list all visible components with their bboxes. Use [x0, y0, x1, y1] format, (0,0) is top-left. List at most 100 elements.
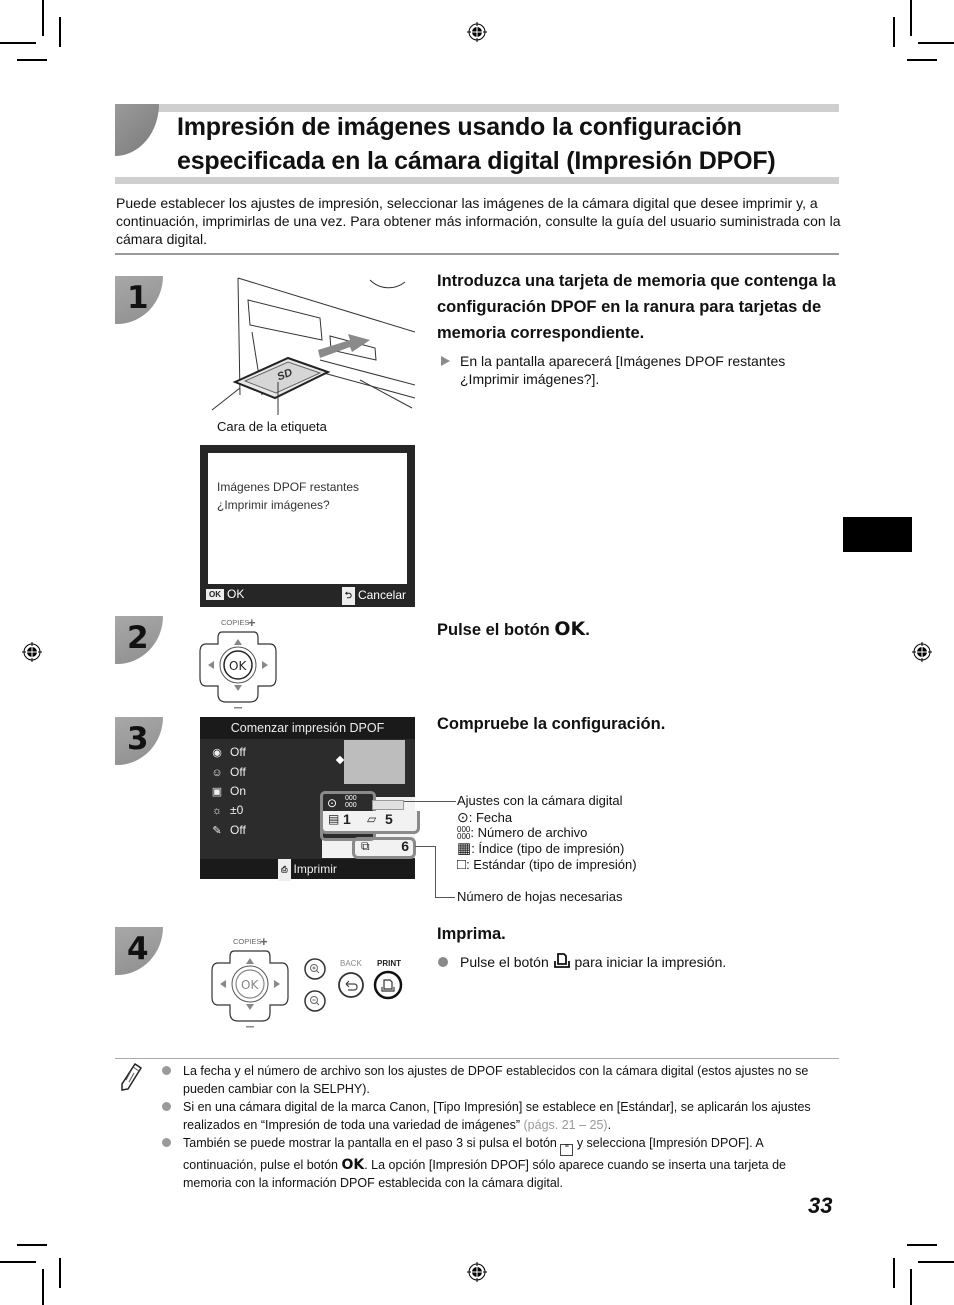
legend-standard: □: Estándar (tipo de impresión)	[457, 856, 637, 873]
image-optimize-icon: ▣	[211, 786, 223, 798]
crop-mark	[893, 17, 895, 47]
bullet-icon	[162, 1102, 171, 1111]
step-1-heading: Introduzca una tarjeta de memoria que co…	[437, 272, 836, 342]
print-icon	[553, 953, 570, 968]
crop-mark	[59, 17, 61, 47]
crop-mark	[17, 59, 47, 61]
print-info-panel: ⊙ 000 000 ▤ 1 ▱ 5 ⧉ 6	[320, 791, 420, 859]
printer-card-slot-illustration: SD	[211, 277, 415, 415]
ok-button-glyph: OK	[341, 1157, 365, 1173]
crop-mark	[42, 0, 44, 36]
crop-mark	[0, 1261, 36, 1263]
bullet-icon	[162, 1138, 171, 1147]
red-eye-icon: ◉	[212, 747, 222, 759]
standard-count: 5	[385, 811, 393, 827]
crop-mark	[910, 1269, 912, 1305]
back-button[interactable]	[336, 970, 366, 1002]
cancel-label: Cancelar	[357, 588, 406, 602]
setting-red-eye: ◉ Off	[208, 743, 246, 761]
note-1: La fecha y el número de archivo son los …	[183, 1064, 809, 1096]
print-label: Imprimir	[293, 862, 337, 876]
notes-divider	[115, 1058, 839, 1059]
pencil-note-icon	[121, 1062, 143, 1091]
standard-print-icon: □	[457, 856, 467, 873]
step-2-heading: Pulse el botón OK.	[437, 618, 590, 640]
sheets-highlight: ⧉ 6	[352, 837, 416, 859]
image-thumbnail	[344, 740, 405, 784]
crop-mark	[918, 1261, 954, 1263]
crop-mark	[907, 59, 937, 61]
lcd-footer: ⎙ Imprimir	[200, 859, 415, 881]
note-3: También se puede mostrar la pantalla en …	[183, 1136, 786, 1190]
chapter-tab	[843, 517, 912, 552]
ok-text: OK	[241, 978, 259, 992]
face-correction-icon: ☺	[211, 767, 223, 779]
section-divider	[115, 253, 839, 255]
lcd-message-area: Imágenes DPOF restantes ¿Imprimir imágen…	[208, 453, 407, 584]
zoom-in-button[interactable]	[304, 958, 326, 980]
lcd-header: Comenzar impresión DPOF	[200, 717, 415, 739]
registration-mark-icon	[467, 22, 487, 42]
standard-print-icon: ▱	[367, 812, 377, 826]
menu-button-icon: ≡	[560, 1143, 574, 1156]
crop-mark	[918, 42, 954, 44]
crop-mark	[910, 0, 912, 36]
lcd-message: Imágenes DPOF restantes ¿Imprimir imágen…	[217, 478, 359, 514]
smoothing-icon: ✎	[212, 825, 222, 837]
copies-minus-icon	[246, 1026, 254, 1028]
ok-key-icon: OK	[206, 589, 224, 600]
lcd-ok-option[interactable]: OK OK	[206, 587, 244, 601]
setting-image-optimize: ▣ On	[208, 782, 246, 800]
dpad-ok-button[interactable]: COPIES + OK	[196, 614, 281, 712]
page-reference-link[interactable]: (págs. 21 – 25)	[524, 1118, 608, 1132]
registration-mark-icon	[467, 1262, 487, 1282]
label-side-caption: Cara de la etiqueta	[217, 419, 327, 434]
lcd-message-line-2: ¿Imprimir imágenes?	[217, 498, 330, 512]
bullet-icon	[438, 957, 448, 967]
step-1-detail: En la pantalla aparecerá [Imágenes DPOF …	[460, 353, 786, 387]
callout-line	[404, 801, 456, 802]
callout-line	[435, 897, 455, 898]
back-label: BACK	[340, 959, 362, 968]
step-2-badge: 2	[115, 616, 163, 664]
brightness-icon: ☼	[211, 805, 223, 817]
lcd-cancel-option[interactable]: ⮌ Cancelar	[341, 587, 406, 605]
legend-file-number: 000 000: Número de archivo	[457, 825, 588, 841]
lcd-message-line-1: Imágenes DPOF restantes	[217, 480, 360, 494]
sheets-count: 6	[401, 838, 409, 854]
callout-sheets: Número de hojas necesarias	[457, 889, 623, 904]
index-print-icon: ▤	[328, 812, 340, 826]
print-type-highlight: ▤ 1 ▱ 5	[320, 811, 420, 834]
step-4-detail: Pulse el botón para iniciar la impresión…	[460, 953, 727, 970]
crop-mark	[907, 1244, 937, 1246]
setting-brightness: ☼ ±0	[208, 801, 243, 819]
print-button[interactable]	[372, 970, 404, 1002]
zoom-buttons[interactable]	[302, 956, 330, 1016]
index-count: 1	[343, 811, 351, 827]
bullet-icon	[162, 1066, 171, 1075]
registration-mark-icon	[22, 642, 42, 662]
print-key-icon: ⎙	[278, 859, 291, 881]
setting-smoothing: ✎ Off	[208, 821, 245, 839]
thumbnail-pointer-icon	[335, 755, 345, 765]
step-4-heading: Imprima.	[437, 925, 506, 943]
page-title-line-1: Impresión de imágenes usando la configur…	[177, 113, 742, 141]
callout-line	[415, 846, 435, 847]
crop-mark	[59, 1258, 61, 1288]
page-title: Impresión de imágenes usando la configur…	[177, 110, 857, 178]
sheets-icon: ⧉	[361, 839, 370, 853]
step-3-badge: 3	[115, 717, 163, 765]
zoom-out-button[interactable]	[304, 990, 326, 1012]
step-1-badge: 1	[115, 276, 163, 324]
legend-index: ▦: Índice (tipo de impresión)	[457, 840, 625, 857]
file-number-icon: 000 000	[457, 825, 471, 841]
copies-label: COPIES	[233, 937, 261, 946]
note-2: Si en una cámara digital de la marca Can…	[183, 1100, 811, 1132]
copies-plus-icon: +	[248, 615, 256, 630]
callout-line	[435, 846, 436, 898]
lcd-screen-dpof-prompt: Imágenes DPOF restantes ¿Imprimir imágen…	[200, 445, 415, 607]
ok-text: OK	[229, 659, 247, 673]
step-3-heading: Compruebe la configuración.	[437, 715, 666, 733]
back-arrow-icon: ⮌	[341, 587, 355, 605]
dpad-control[interactable]: COPIES + OK	[208, 933, 293, 1031]
